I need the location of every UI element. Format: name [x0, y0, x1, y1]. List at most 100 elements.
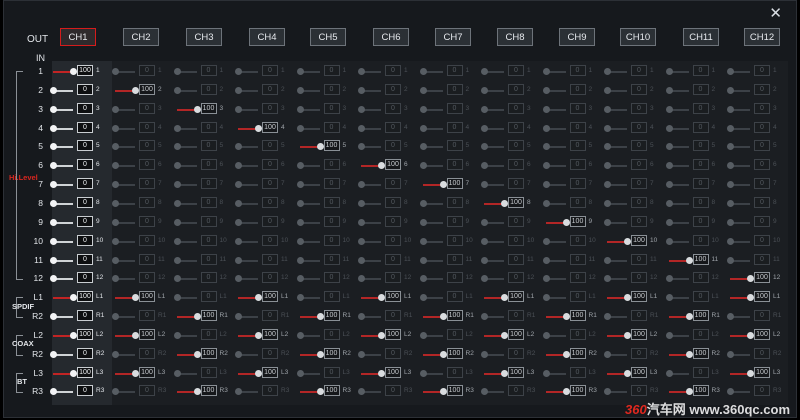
route-slider-r12-c7[interactable]: 0 L1 — [419, 291, 479, 304]
route-slider-r8-c4[interactable]: 09 — [235, 215, 294, 229]
level-value-box[interactable]: 0 — [139, 253, 155, 265]
route-slider-r12-c9[interactable]: 0 L1 — [542, 291, 602, 304]
slider-knob[interactable] — [235, 350, 242, 358]
level-value-box[interactable]: 0 — [385, 140, 401, 152]
level-value-box[interactable]: 0 — [631, 102, 647, 114]
slider-knob[interactable] — [378, 294, 385, 302]
slider-knob[interactable] — [358, 86, 365, 94]
level-value-box[interactable]: 0 — [692, 178, 709, 190]
route-slider-r1-c9[interactable]: 02 — [542, 83, 602, 97]
slider-knob[interactable] — [604, 350, 611, 358]
level-value-box[interactable]: 0 — [754, 215, 770, 227]
input-level-slider-2[interactable]: 03 — [50, 102, 109, 116]
route-slider-r11-c2[interactable]: 0 12 — [112, 272, 171, 285]
slider-knob[interactable] — [173, 256, 181, 264]
channel-tab-ch3[interactable]: CH3 — [186, 28, 222, 46]
slider-knob[interactable] — [112, 388, 119, 396]
level-value-box[interactable]: 0 — [323, 328, 340, 340]
slider-knob[interactable] — [439, 313, 447, 321]
level-value-box[interactable]: 0 — [569, 65, 586, 76]
slider-knob[interactable] — [685, 256, 693, 264]
route-slider-r0-c3[interactable]: 01 — [173, 65, 233, 78]
level-value-box[interactable]: 0 — [385, 215, 401, 227]
slider-knob[interactable] — [112, 237, 119, 245]
slider-knob[interactable] — [193, 350, 201, 358]
slider-knob[interactable] — [439, 350, 447, 358]
level-value-box[interactable]: 0 — [508, 159, 524, 171]
level-value-box[interactable]: 0 — [692, 65, 709, 76]
route-slider-r1-c5[interactable]: 02 — [296, 83, 356, 97]
slider-knob[interactable] — [727, 350, 734, 358]
route-slider-r3-c2[interactable]: 04 — [112, 121, 171, 135]
input-level-slider-17[interactable]: 0 R3 — [50, 385, 109, 398]
route-slider-r9-c10[interactable]: 100 10 — [607, 234, 663, 248]
slider-knob[interactable] — [419, 331, 427, 339]
level-value-box[interactable]: 0 — [385, 65, 401, 76]
level-value-box[interactable]: 0 — [77, 102, 93, 114]
level-value-box[interactable]: 0 — [200, 215, 217, 227]
level-value-box[interactable]: 0 — [569, 366, 586, 378]
slider-knob[interactable] — [173, 124, 181, 132]
level-value-box[interactable]: 0 — [323, 366, 340, 378]
route-slider-r17-c4[interactable]: 0 R3 — [235, 385, 294, 398]
slider-knob[interactable] — [665, 105, 673, 113]
level-value-box[interactable]: 0 — [77, 310, 93, 322]
route-slider-r15-c3[interactable]: 100 R2 — [176, 347, 233, 361]
route-slider-r11-c3[interactable]: 0 12 — [173, 272, 233, 285]
slider-knob[interactable] — [665, 331, 673, 339]
route-slider-r17-c6[interactable]: 0 R3 — [358, 385, 417, 398]
route-slider-r10-c7[interactable]: 0 11 — [419, 253, 479, 267]
route-slider-r5-c4[interactable]: 06 — [235, 159, 294, 172]
level-value-box[interactable]: 0 — [692, 234, 709, 246]
slider-knob[interactable] — [481, 68, 488, 75]
slider-knob[interactable] — [419, 68, 427, 75]
level-value-box[interactable]: 0 — [508, 215, 524, 227]
route-slider-r12-c2[interactable]: 100 L1 — [115, 291, 171, 304]
route-slider-r11-c7[interactable]: 0 12 — [419, 272, 479, 285]
channel-tab-ch5[interactable]: CH5 — [310, 28, 346, 46]
level-value-box[interactable]: 0 — [200, 272, 217, 284]
route-slider-r16-c6[interactable]: 100 L3 — [361, 366, 417, 380]
route-slider-r13-c3[interactable]: 100 R1 — [176, 310, 233, 323]
route-slider-r15-c4[interactable]: 0 R2 — [235, 347, 294, 361]
level-value-box[interactable]: 0 — [692, 140, 709, 152]
slider-knob[interactable] — [112, 181, 119, 189]
level-value-box[interactable]: 0 — [508, 310, 524, 322]
slider-knob[interactable] — [296, 256, 304, 264]
level-value-box[interactable]: 100 — [446, 178, 463, 190]
route-slider-r1-c8[interactable]: 02 — [481, 83, 540, 97]
level-value-box[interactable]: 0 — [446, 65, 463, 76]
slider-knob[interactable] — [296, 237, 304, 245]
route-slider-r8-c10[interactable]: 09 — [604, 215, 663, 229]
route-slider-r14-c8[interactable]: 100 L2 — [484, 328, 540, 342]
level-value-box[interactable]: 100 — [139, 83, 155, 95]
route-slider-r1-c7[interactable]: 02 — [419, 83, 479, 97]
level-value-box[interactable]: 0 — [385, 196, 401, 208]
route-slider-r17-c9[interactable]: 100 R3 — [545, 385, 602, 398]
slider-knob[interactable] — [481, 218, 488, 226]
level-value-box[interactable]: 0 — [262, 83, 278, 95]
level-value-box[interactable]: 100 — [446, 385, 463, 397]
route-slider-r5-c12[interactable]: 06 — [727, 159, 786, 172]
level-value-box[interactable]: 0 — [569, 196, 586, 208]
slider-knob[interactable] — [255, 124, 262, 132]
level-value-box[interactable]: 0 — [385, 178, 401, 190]
route-slider-r15-c5[interactable]: 100 R2 — [299, 347, 356, 361]
level-value-box[interactable]: 0 — [446, 272, 463, 284]
route-slider-r3-c8[interactable]: 04 — [481, 121, 540, 135]
route-slider-r14-c4[interactable]: 100 L2 — [238, 328, 294, 342]
route-slider-r10-c4[interactable]: 0 11 — [235, 253, 294, 267]
slider-knob[interactable] — [624, 237, 631, 245]
level-value-box[interactable]: 0 — [569, 291, 586, 303]
route-slider-r9-c5[interactable]: 0 10 — [296, 234, 356, 248]
level-value-box[interactable]: 0 — [754, 253, 770, 265]
route-slider-r4-c7[interactable]: 05 — [419, 140, 479, 153]
level-value-box[interactable]: 0 — [139, 385, 155, 397]
level-value-box[interactable]: 0 — [446, 140, 463, 152]
slider-knob[interactable] — [358, 256, 365, 264]
slider-knob[interactable] — [50, 162, 57, 170]
slider-knob[interactable] — [316, 143, 324, 151]
route-slider-r2-c10[interactable]: 03 — [604, 102, 663, 116]
level-value-box[interactable]: 0 — [262, 178, 278, 190]
slider-knob[interactable] — [296, 199, 304, 207]
